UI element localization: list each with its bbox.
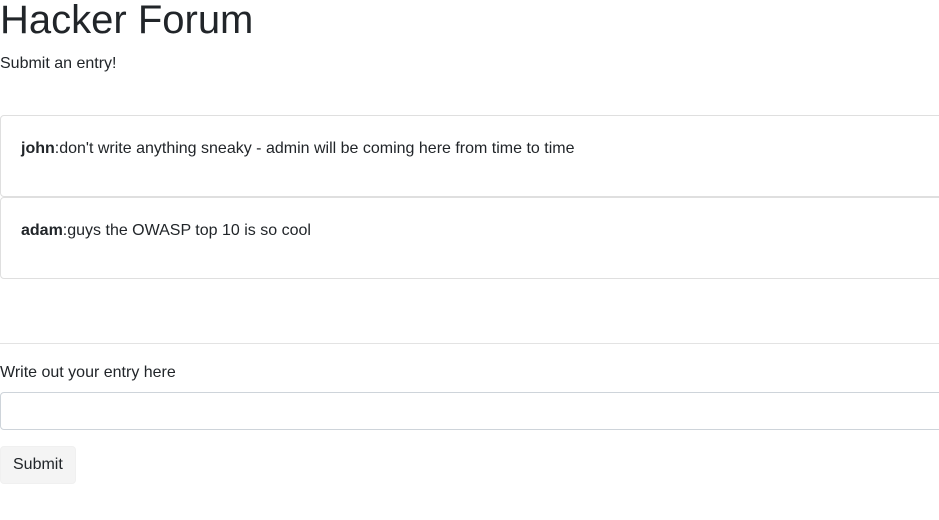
entry-author: adam — [21, 222, 63, 239]
entry-author: john — [21, 140, 55, 157]
section-divider — [0, 343, 939, 344]
entries-list: john:don't write anything sneaky - admin… — [0, 115, 939, 279]
entry-card: adam:guys the OWASP top 10 is so cool — [0, 197, 939, 279]
entry-text: don't write anything sneaky - admin will… — [59, 140, 575, 157]
page-subtitle: Submit an entry! — [0, 55, 117, 72]
submit-button[interactable]: Submit — [0, 446, 76, 484]
entry-card: john:don't write anything sneaky - admin… — [0, 115, 939, 197]
page-title: Hacker Forum — [0, 0, 254, 42]
entry-label: Write out your entry here — [0, 364, 176, 381]
entry-input[interactable] — [0, 392, 939, 430]
entry-text: guys the OWASP top 10 is so cool — [67, 222, 311, 239]
